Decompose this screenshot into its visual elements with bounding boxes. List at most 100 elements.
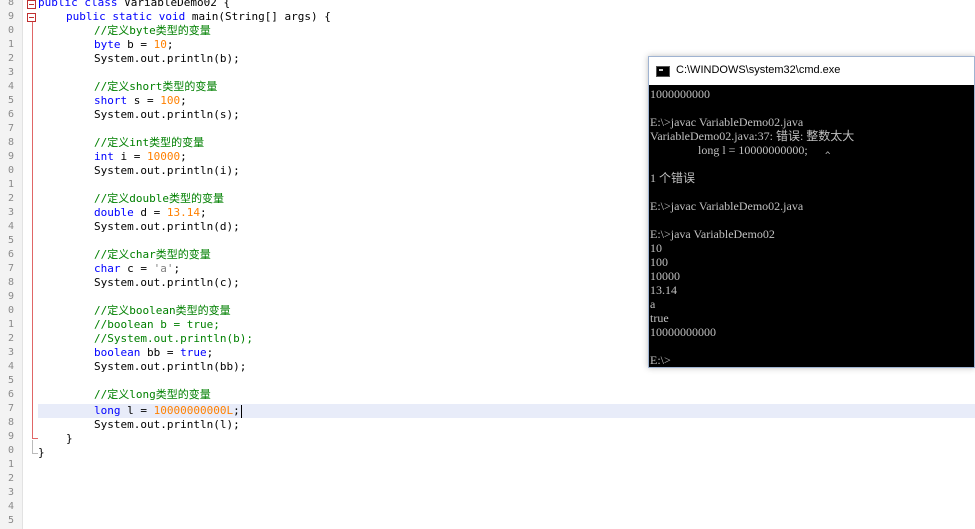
code-text: ; [180,150,187,163]
line-number: 7 [7,123,14,134]
code-line-byte-print: System.out.println(b); [94,52,240,65]
code-line-boolean-print: System.out.println(bb); [94,360,247,373]
code-text: main(String[] args) { [185,10,331,23]
line-number: 4 [7,361,14,372]
cmd-title-bar[interactable]: C:\WINDOWS\system32\cmd.exe [649,57,974,86]
line-number: 2 [7,333,14,344]
keyword: public class [38,0,118,9]
keyword: boolean [94,346,141,359]
text-caret [241,405,242,418]
code-text: i = [113,150,147,163]
line-number: 7 [7,263,14,274]
cmd-window[interactable]: C:\WINDOWS\system32\cmd.exe 1000000000 E… [648,56,975,368]
code-text: ; [200,206,207,219]
line-number: 9 [7,11,14,22]
code-line-close-class: } [38,446,45,459]
console-prompt: E:\> [650,353,671,367]
number-literal: 100 [160,94,181,107]
code-text: VariableDemo02 { [117,0,231,9]
code-text: ; [180,94,187,107]
cmd-app-icon [656,66,670,77]
console-line: 10 [650,241,662,255]
console-line: 10000000000 [650,325,716,339]
line-number: 0 [7,165,14,176]
code-line-char-decl: char c = 'a'; [94,262,180,276]
line-number: 2 [7,473,14,484]
line-number: 4 [7,501,14,512]
code-line-short-decl: short s = 100; [94,94,187,108]
line-number: 1 [7,459,14,470]
line-number: 2 [7,193,14,204]
code-text: ; [233,404,240,417]
console-line: E:\>javac VariableDemo02.java [650,199,804,213]
number-literal: 10000000000L [153,404,234,417]
code-comment: //定义byte类型的变量 [94,24,211,37]
keyword: char [94,262,121,275]
code-text: ; [166,38,174,51]
line-number: 3 [7,487,14,498]
code-comment: //定义double类型的变量 [94,192,224,205]
console-line: VariableDemo02.java:37: 错误: 整数太大 [650,129,855,143]
code-text: c = [120,262,154,275]
line-number: 1 [7,179,14,190]
console-line: true [650,311,669,325]
code-line-double-decl: double d = 13.14; [94,206,207,220]
console-line: 100 [650,255,668,269]
line-number: 8 [7,137,14,148]
line-number: 5 [7,235,14,246]
code-comment: //定义char类型的变量 [94,248,211,261]
keyword: public static void [66,10,186,23]
code-comment: //定义int类型的变量 [94,136,205,149]
line-number: 3 [7,207,14,218]
console-line: 1 个错误 [650,171,696,185]
code-text: ; [206,346,214,359]
code-line-int-decl: int i = 10000; [94,150,187,164]
line-number: 0 [7,305,14,316]
code-text: b = [120,38,154,51]
line-number: 5 [7,515,14,526]
keyword: int [94,150,114,163]
number-literal: 10000 [147,150,181,163]
code-line-main-decl: public static void main(String[] args) { [66,10,331,24]
code-text: d = [133,206,167,219]
number-literal: 10 [153,38,167,51]
line-number: 3 [7,347,14,358]
code-line-short-print: System.out.println(s); [94,108,240,121]
line-number: 5 [7,375,14,386]
code-comment: //定义long类型的变量 [94,388,211,401]
code-comment: //System.out.println(b); [94,332,253,345]
fold-method-toggle[interactable] [27,13,36,22]
code-text: l = [120,404,154,417]
fold-method-guide [32,22,33,439]
line-number: 3 [7,67,14,78]
line-number: 4 [7,81,14,92]
console-line: long l = 10000000000; [650,143,808,157]
keyword: short [94,94,128,107]
line-number: 9 [7,431,14,442]
line-number: 7 [7,403,14,414]
line-number: 6 [7,109,14,120]
fold-class-toggle[interactable] [27,0,36,9]
line-number: 6 [7,249,14,260]
console-line: 10000 [650,269,680,283]
line-number: 5 [7,95,14,106]
line-number: 1 [7,39,14,50]
line-number: 0 [7,445,14,456]
keyword: true [180,346,207,359]
number-literal: 13.14 [166,206,200,219]
line-number-gutter: 8 9 0 1 2 3 4 5 6 7 8 9 0 1 2 3 4 5 6 7 … [0,0,23,529]
fold-class-guide [32,440,33,454]
keyword: double [94,206,134,219]
code-line-long-decl: long l = 10000000000L; [94,404,240,418]
line-number: 9 [7,291,14,302]
code-line-byte-decl: byte b = 10; [94,38,174,52]
cmd-console-output[interactable]: 1000000000 E:\>javac VariableDemo02.java… [649,85,974,367]
error-caret-marker: ^ [825,151,831,161]
line-number: 2 [7,53,14,64]
code-comment: //定义short类型的变量 [94,80,218,93]
line-number: 8 [7,417,14,428]
console-line: E:\>java VariableDemo02 [650,227,775,241]
code-line-boolean-decl: boolean bb = true; [94,346,213,360]
line-number: 8 [7,277,14,288]
code-line-char-print: System.out.println(c); [94,276,240,289]
